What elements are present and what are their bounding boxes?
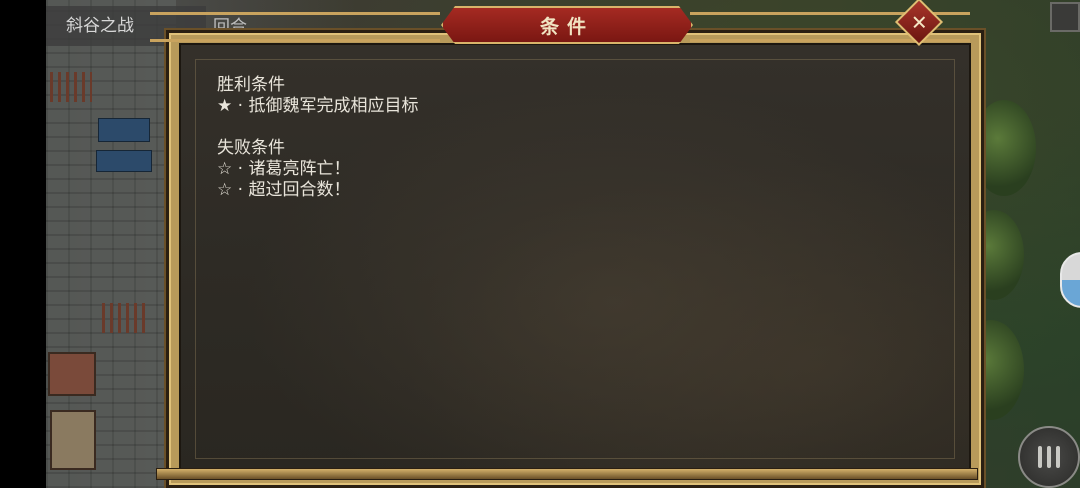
defeat-heading: 失败条件 bbox=[217, 138, 285, 158]
menu-icon-bar bbox=[1056, 446, 1060, 468]
banner-wing-left bbox=[150, 12, 440, 42]
conditions-content: 胜利条件 ★ · 抵御魏军完成相应目标 失败条件 ☆ · 诸葛亮阵亡！ ☆ · … bbox=[217, 75, 418, 201]
conditions-dialog: 胜利条件 ★ · 抵御魏军完成相应目标 失败条件 ☆ · 诸葛亮阵亡！ ☆ · … bbox=[166, 30, 984, 488]
victory-item: ★ · 抵御魏军完成相应目标 bbox=[217, 96, 419, 116]
victory-heading: 胜利条件 bbox=[217, 75, 285, 95]
building-tile bbox=[48, 352, 96, 396]
dialog-panel: 胜利条件 ★ · 抵御魏军完成相应目标 失败条件 ☆ · 诸葛亮阵亡！ ☆ · … bbox=[179, 43, 971, 475]
enemy-soldiers-unit[interactable] bbox=[102, 303, 150, 333]
menu-icon bbox=[1038, 446, 1042, 468]
minimap-icon[interactable] bbox=[1050, 2, 1080, 32]
dialog-title-banner: 条件 bbox=[441, 6, 693, 44]
defeat-item: ☆ · 超过回合数！ bbox=[217, 180, 351, 200]
menu-button[interactable] bbox=[1018, 426, 1080, 488]
tent-tile bbox=[50, 410, 96, 470]
close-icon: ✕ bbox=[910, 9, 928, 34]
menu-icon-bar bbox=[1047, 446, 1051, 468]
defeat-item: ☆ · 诸葛亮阵亡！ bbox=[217, 159, 351, 179]
left-letterbox bbox=[0, 0, 46, 488]
blue-army-unit[interactable] bbox=[98, 118, 150, 142]
enemy-soldiers-unit[interactable] bbox=[50, 72, 92, 102]
dialog-bottom-trim bbox=[156, 468, 978, 480]
dialog-title: 条件 bbox=[539, 15, 594, 38]
blue-army-unit[interactable] bbox=[96, 150, 152, 172]
